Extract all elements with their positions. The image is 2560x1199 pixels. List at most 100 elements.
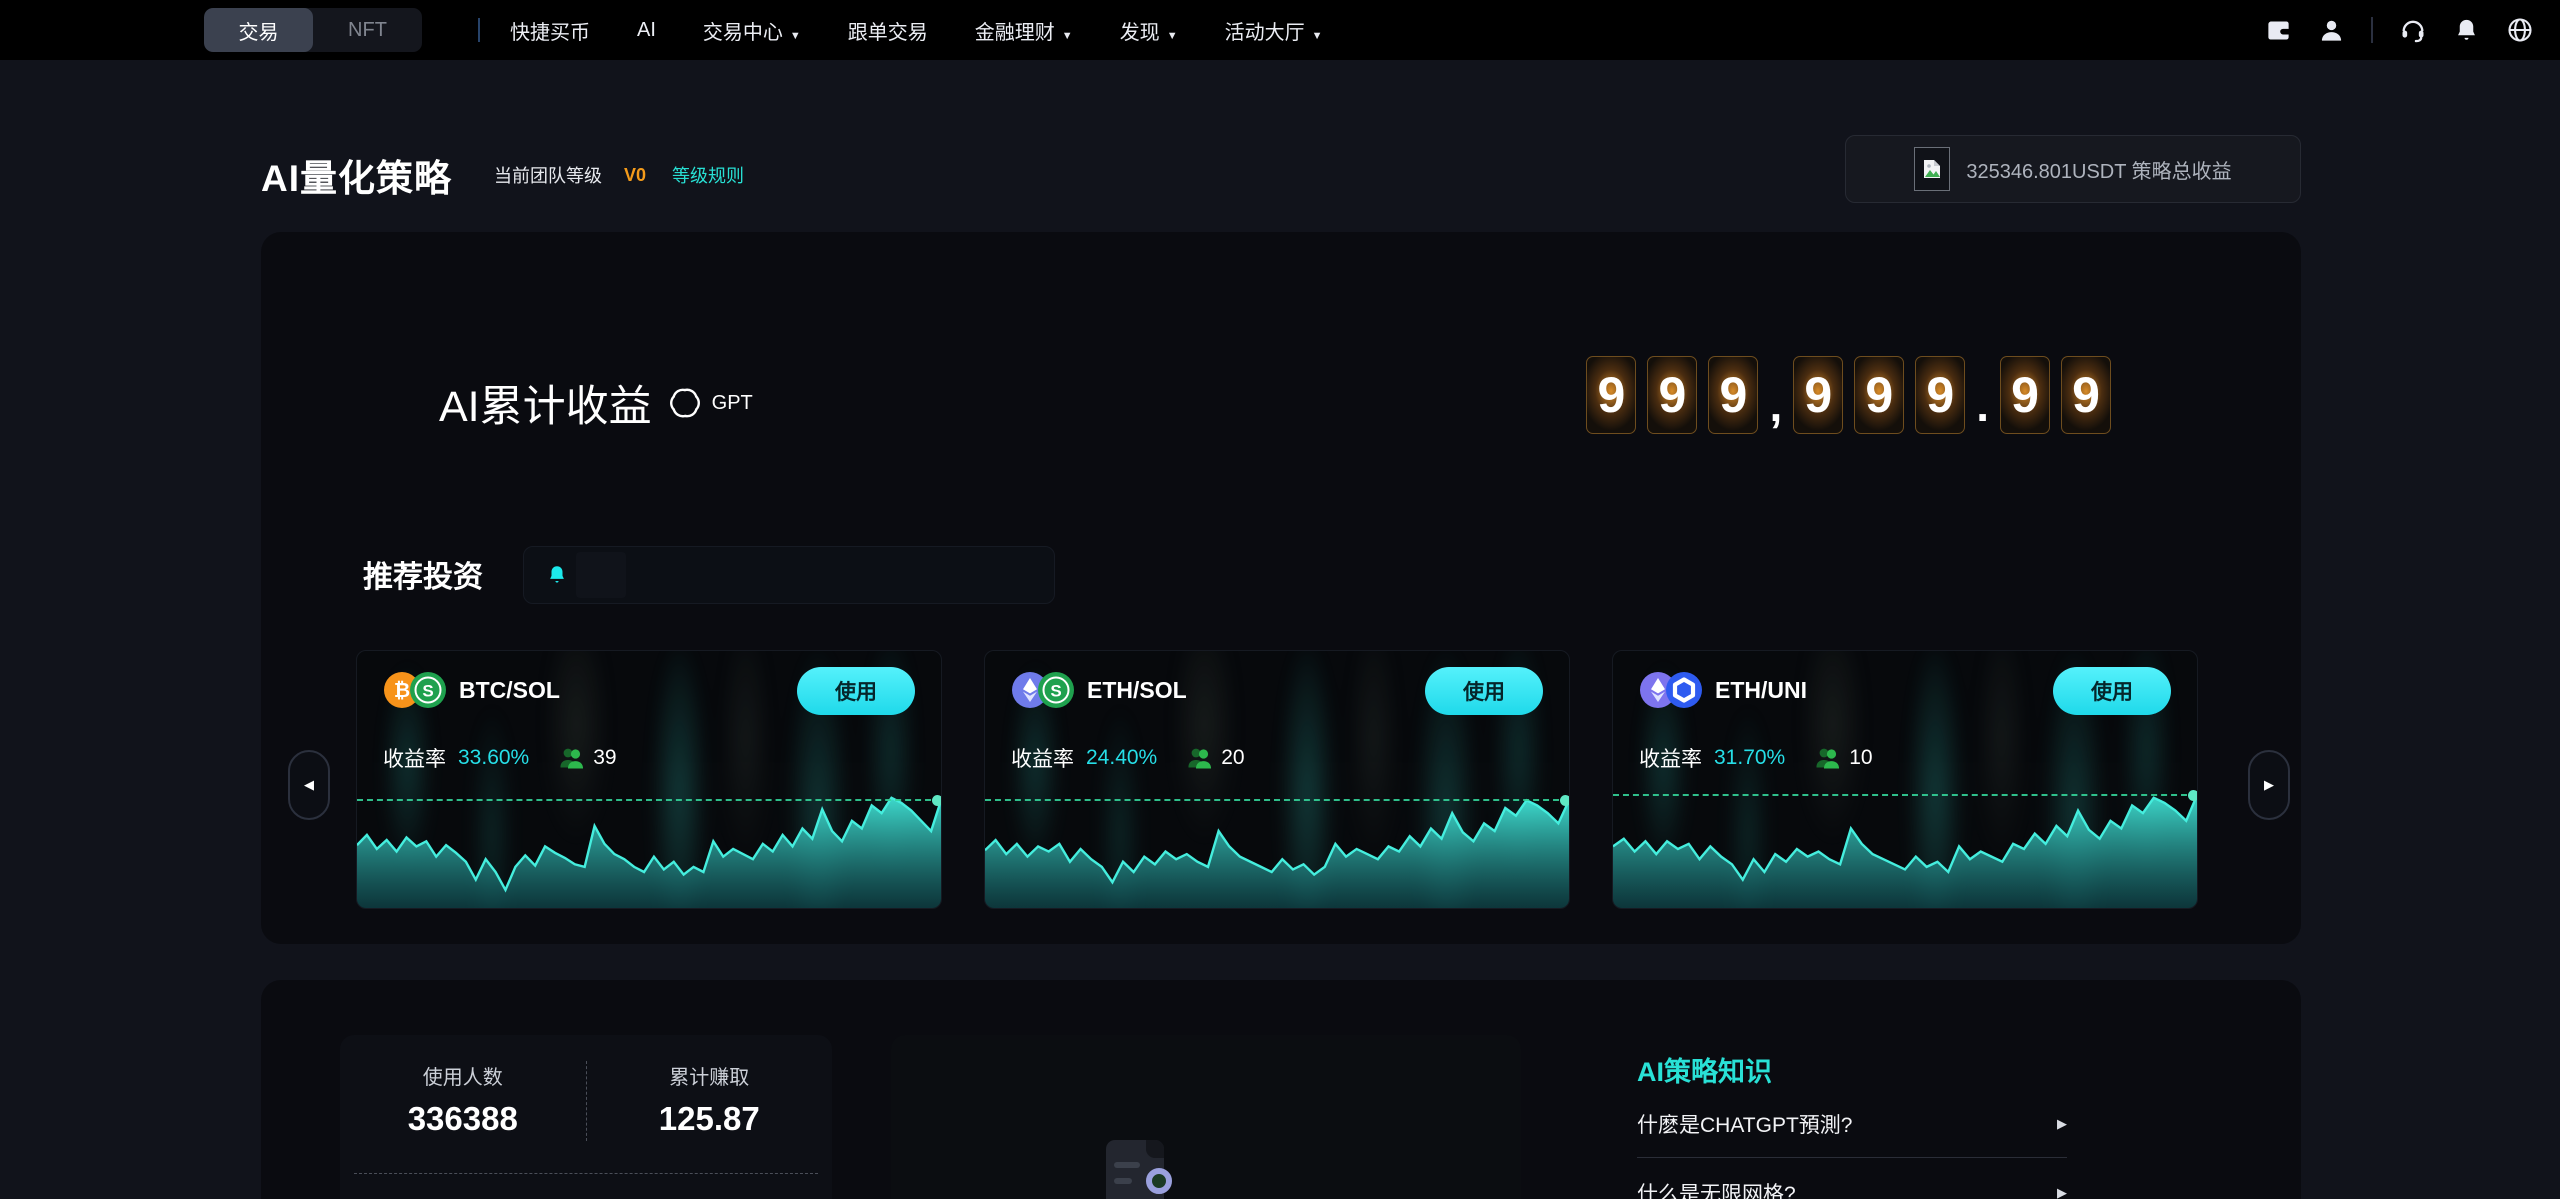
nav-trade-center[interactable]: 交易中心	[703, 16, 801, 45]
level-rules-link[interactable]: 等级规则	[672, 162, 744, 188]
rate-value: 33.60%	[458, 746, 529, 770]
pair-name: BTC/SOL	[459, 677, 560, 704]
counter-digit: 9	[2061, 356, 2111, 434]
top-nav-bar: 交易 NFT 快捷买币 AI 交易中心 跟单交易 金融理财 发现 活动大厅	[0, 0, 2560, 60]
counter-digit: 9	[1915, 356, 1965, 434]
nav-activity-hall[interactable]: 活动大厅	[1225, 16, 1323, 45]
knowledge-item-grid[interactable]: 什么是无限网格? ▶	[1637, 1158, 2067, 1199]
pair-coin-icons	[1639, 671, 1703, 709]
strategy-card-eth-uni[interactable]: ETH/UNI 使用 收益率 31.70% 10	[1612, 650, 2198, 909]
ai-strategy-panel: AI累计收益 GPT 999,999.99 推荐投资	[261, 232, 2301, 944]
counter-digit: 9	[1586, 356, 1636, 434]
strategy-card-btc-sol[interactable]: ₿ S BTC/SOL 使用 收益率 33.60% 39	[356, 650, 942, 909]
toggle-trade[interactable]: 交易	[204, 8, 313, 52]
announcement-ticker[interactable]	[523, 546, 1055, 604]
info-panel: 使用人数 336388 累计赚取 125.87 AI策略知识 什麽是CHATGP…	[261, 980, 2301, 1199]
main-nav: 快捷买币 AI 交易中心 跟单交易 金融理财 发现 活动大厅	[510, 16, 1322, 45]
earned-stat-value: 125.87	[587, 1100, 833, 1138]
user-icon[interactable]	[2318, 17, 2345, 44]
icons-divider	[2371, 17, 2373, 43]
counter-separator: ,	[1769, 378, 1782, 434]
wallet-icon[interactable]	[2265, 17, 2292, 44]
use-button[interactable]: 使用	[797, 667, 915, 715]
recommend-title: 推荐投资	[363, 552, 483, 596]
openai-gpt-icon	[666, 384, 704, 422]
rate-value: 31.70%	[1714, 746, 1785, 770]
page-header: AI量化策略 当前团队等级 V0 等级规则	[261, 148, 744, 202]
profit-counter: 999,999.99	[1586, 356, 2111, 434]
users-count: 39	[593, 746, 616, 770]
earned-stat: 累计赚取 125.87	[587, 1061, 833, 1141]
toggle-nft[interactable]: NFT	[313, 8, 422, 52]
svg-text:S: S	[422, 682, 433, 701]
cumulative-profit-title: AI累计收益	[439, 372, 652, 434]
carousel-prev-button[interactable]: ◀	[288, 750, 330, 820]
users-icon	[1187, 746, 1213, 770]
profit-sparkline-chart	[1613, 768, 2197, 908]
rate-label: 收益率	[1011, 743, 1074, 773]
document-search-illustration	[1106, 1140, 1196, 1199]
users-count: 20	[1221, 746, 1244, 770]
gpt-label: GPT	[712, 392, 753, 415]
strategy-cards-row: ₿ S BTC/SOL 使用 收益率 33.60% 39	[356, 650, 2198, 909]
profit-sparkline-chart	[357, 768, 941, 908]
hero-title: AI累计收益 GPT	[439, 372, 753, 434]
bell-icon[interactable]	[2453, 17, 2480, 44]
earned-stat-label: 累计赚取	[587, 1061, 833, 1090]
empty-state-card	[891, 1035, 1521, 1199]
nav-ai[interactable]: AI	[637, 19, 656, 42]
rate-value: 24.40%	[1086, 746, 1157, 770]
chevron-right-icon: ▶	[2057, 1185, 2067, 1199]
use-button[interactable]: 使用	[2053, 667, 2171, 715]
image-placeholder-icon	[1914, 147, 1950, 191]
magnifier-icon	[1146, 1168, 1172, 1194]
users-stat-label: 使用人数	[340, 1061, 586, 1090]
svg-text:S: S	[1050, 682, 1061, 701]
knowledge-item-chatgpt[interactable]: 什麽是CHATGPT預測? ▶	[1637, 1089, 2067, 1158]
sol-coin-icon: S	[1037, 671, 1075, 709]
uni-coin-icon	[1665, 671, 1703, 709]
users-icon	[1815, 746, 1841, 770]
knowledge-title: AI策略知识	[1637, 1050, 2067, 1089]
carousel-next-button[interactable]: ▶	[2248, 750, 2290, 820]
users-stat: 使用人数 336388	[340, 1061, 586, 1141]
svg-text:₿: ₿	[394, 678, 410, 702]
nav-finance[interactable]: 金融理财	[975, 16, 1073, 45]
strategy-total-profit-text: 325346.801USDT 策略总收益	[1966, 155, 2231, 184]
counter-separator: .	[1976, 378, 1989, 434]
headset-icon[interactable]	[2399, 16, 2427, 44]
users-stat-value: 336388	[340, 1100, 586, 1138]
sol-coin-icon: S	[409, 671, 447, 709]
team-level-value: V0	[624, 165, 646, 186]
team-level-label: 当前团队等级	[494, 162, 602, 188]
strategy-total-profit-chip[interactable]: 325346.801USDT 策略总收益	[1845, 135, 2301, 203]
knowledge-question: 什麽是CHATGPT預測?	[1637, 1109, 1852, 1139]
nav-quick-buy[interactable]: 快捷买币	[510, 16, 590, 45]
nav-divider	[478, 18, 480, 42]
nav-copy-trading[interactable]: 跟单交易	[848, 16, 928, 45]
counter-digit: 9	[1854, 356, 1904, 434]
ticker-content	[576, 552, 626, 598]
rate-label: 收益率	[1639, 743, 1702, 773]
stats-bottom-divider	[354, 1173, 818, 1174]
users-icon	[559, 746, 585, 770]
globe-icon[interactable]	[2506, 16, 2534, 44]
market-toggle: 交易 NFT	[204, 8, 422, 52]
counter-digit: 9	[2000, 356, 2050, 434]
profit-sparkline-chart	[985, 768, 1569, 908]
counter-digit: 9	[1793, 356, 1843, 434]
bell-icon	[546, 564, 568, 586]
rate-label: 收益率	[383, 743, 446, 773]
usage-stats-card: 使用人数 336388 累计赚取 125.87	[340, 1035, 832, 1199]
page-title: AI量化策略	[261, 148, 452, 202]
pair-coin-icons: ₿ S	[383, 671, 447, 709]
knowledge-question: 什么是无限网格?	[1637, 1178, 1796, 1199]
pair-coin-icons: S	[1011, 671, 1075, 709]
use-button[interactable]: 使用	[1425, 667, 1543, 715]
counter-digit: 9	[1708, 356, 1758, 434]
chevron-right-icon: ▶	[2264, 777, 2274, 793]
nav-discover[interactable]: 发现	[1120, 16, 1178, 45]
pair-name: ETH/UNI	[1715, 677, 1807, 704]
pair-name: ETH/SOL	[1087, 677, 1187, 704]
strategy-card-eth-sol[interactable]: S ETH/SOL 使用 收益率 24.40% 20	[984, 650, 1570, 909]
